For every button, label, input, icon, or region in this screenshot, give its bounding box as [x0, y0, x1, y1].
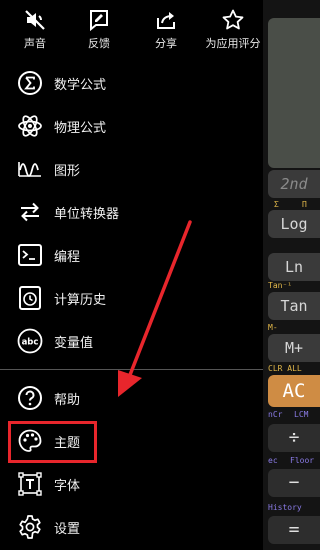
history-icon	[17, 285, 43, 311]
calculator-display	[268, 18, 320, 168]
share-icon	[157, 12, 175, 29]
drawer-top-actions: 声音 反馈 分享 为应用评分	[0, 0, 263, 60]
key-divide[interactable]: ÷	[268, 424, 320, 452]
key-tan[interactable]: Tan	[268, 292, 320, 320]
menu-label: 设置	[54, 522, 81, 537]
key-log[interactable]: Log	[268, 210, 320, 238]
menu-label: 计算历史	[54, 293, 107, 308]
atom-icon	[17, 113, 43, 139]
sound-label: 声音	[24, 37, 46, 50]
mini-label-atan: Tan⁻¹	[268, 281, 293, 290]
menu-label: 单位转换器	[54, 207, 120, 222]
sound-off-icon	[25, 10, 45, 30]
key-minus[interactable]: −	[268, 469, 320, 497]
menu-item-unit-converter[interactable]: 单位转换器	[0, 193, 263, 231]
font-icon	[17, 471, 43, 497]
key-ac[interactable]: AC	[268, 375, 320, 407]
menu-item-graph[interactable]: 图形	[0, 150, 263, 188]
help-icon	[17, 385, 43, 411]
key-2nd[interactable]: 2nd	[268, 170, 320, 198]
abc-icon: abc	[17, 328, 43, 354]
calculator-background: 2nd Log Ln Tan M+ AC ÷ − =	[263, 0, 320, 550]
feedback-icon	[90, 10, 108, 32]
menu-label: 变量值	[54, 336, 94, 351]
menu-item-programming[interactable]: 编程	[0, 236, 263, 274]
menu-label: 帮助	[54, 393, 81, 408]
svg-text:abc: abc	[22, 338, 39, 348]
mini-label-clr-all: CLR ALL	[268, 364, 302, 373]
menu-item-help[interactable]: 帮助	[0, 379, 263, 417]
mini-label-floor: Floor	[290, 456, 315, 465]
sigma-icon	[17, 70, 43, 96]
menu-divider	[0, 369, 263, 370]
gear-icon	[17, 514, 43, 540]
menu-label: 图形	[54, 164, 81, 179]
mini-label-ec: ec	[268, 456, 278, 465]
feedback-label: 反馈	[88, 37, 110, 50]
key-ln[interactable]: Ln	[268, 253, 320, 281]
menu-label: 编程	[54, 250, 81, 265]
menu-item-calc-history[interactable]: 计算历史	[0, 279, 263, 317]
sound-button[interactable]: 声音	[0, 6, 70, 56]
share-button[interactable]: 分享	[131, 6, 201, 56]
menu-item-font[interactable]: 字体	[0, 465, 263, 503]
swap-arrows-icon	[17, 199, 43, 225]
share-label: 分享	[155, 37, 177, 50]
mini-label-pi: Π	[302, 200, 307, 209]
mini-label-sigma: Σ	[274, 200, 279, 209]
rate-app-button[interactable]: 为应用评分	[198, 6, 268, 56]
key-m-plus[interactable]: M+	[268, 334, 320, 362]
graph-wave-icon	[17, 156, 43, 182]
menu-label: 物理公式	[54, 121, 107, 136]
mini-label-m-minus: M-	[268, 323, 278, 332]
mini-label-history: History	[268, 503, 302, 512]
menu-label: 字体	[54, 479, 81, 494]
menu-item-math-formulas[interactable]: 数学公式	[0, 64, 263, 102]
menu-item-variables[interactable]: abc 变量值	[0, 322, 263, 360]
terminal-icon	[17, 242, 43, 268]
mini-label-lcm: LCM	[294, 410, 309, 419]
rate-app-label: 为应用评分	[205, 37, 261, 50]
menu-label: 数学公式	[54, 78, 107, 93]
key-equals[interactable]: =	[268, 516, 320, 544]
menu-item-settings[interactable]: 设置	[0, 508, 263, 546]
highlight-box	[8, 421, 97, 463]
menu-item-physics-formulas[interactable]: 物理公式	[0, 107, 263, 145]
star-icon	[222, 9, 244, 30]
feedback-button[interactable]: 反馈	[64, 6, 134, 56]
navigation-drawer: 声音 反馈 分享 为应用评分 数学公式 物理公式 图形 单位转换器 编程 计算历…	[0, 0, 263, 550]
mini-label-ncr: nCr	[268, 410, 283, 419]
